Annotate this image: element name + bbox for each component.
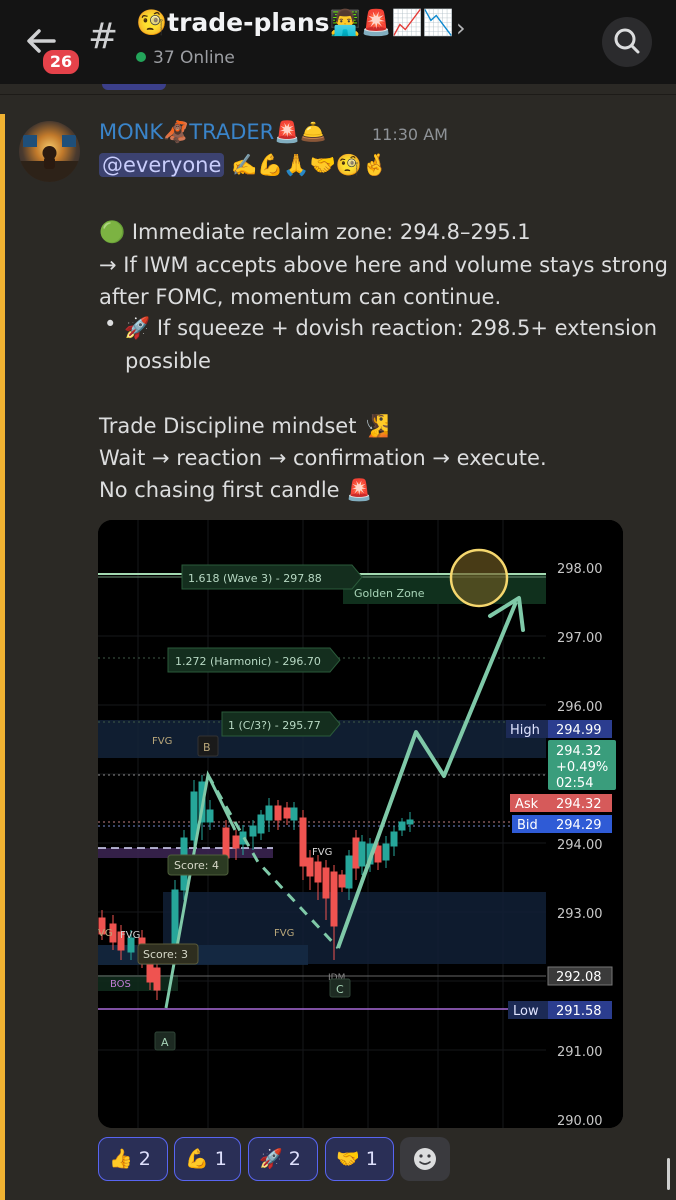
- search-button[interactable]: [602, 17, 652, 67]
- fvg-label: FVG: [312, 847, 332, 858]
- point-a-label: A: [161, 1036, 169, 1049]
- mention-line: @everyone ✍️💪🙏🤝🧐🤞: [99, 153, 388, 178]
- handshake-icon: 🤝: [336, 1148, 360, 1170]
- message-line: Wait → reaction → confirmation → execute…: [99, 446, 547, 470]
- high-tag: High 294.99: [506, 720, 612, 738]
- reaction-count: 1: [214, 1148, 227, 1170]
- point-b-marker: B: [197, 735, 219, 757]
- bid-label: Bid: [517, 818, 538, 833]
- low-tag: Low 291.58: [508, 1001, 612, 1019]
- price-tick: 291.00: [557, 1045, 603, 1060]
- bos-label: BOS: [110, 979, 131, 990]
- message-author[interactable]: MONK🦧TRADER🚨🛎️: [99, 120, 327, 145]
- last-price: 294.32: [556, 744, 602, 759]
- chart-attachment[interactable]: 1.618 (Wave 3) - 297.88 Golden Zone 1.27…: [98, 520, 623, 1128]
- divider: [0, 94, 676, 95]
- avatar-image: [19, 135, 80, 182]
- score-4-tag: Score: 4: [167, 854, 229, 876]
- rocket-icon: 🚀: [259, 1148, 283, 1170]
- reaction-count: 1: [365, 1148, 378, 1170]
- unread-badge: 26: [41, 48, 81, 76]
- reaction-thumbs-up[interactable]: 👍 2: [98, 1137, 168, 1181]
- everyone-mention[interactable]: @everyone: [99, 153, 225, 177]
- fib-1618-tag: 1.618 (Wave 3) - 297.88: [181, 564, 363, 590]
- ask-tag: Ask 294.32: [510, 794, 612, 812]
- ask-label: Ask: [515, 797, 539, 812]
- point-c-label: C: [336, 983, 344, 996]
- level-tag: 292.08: [547, 966, 613, 986]
- bid-value: 294.29: [556, 818, 602, 833]
- message-timestamp: 11:30 AM: [372, 125, 448, 144]
- mention-highlight-bar: [0, 114, 5, 1200]
- online-status: 37 Online: [136, 48, 235, 68]
- high-label: High: [510, 723, 540, 738]
- online-dot-icon: [136, 52, 146, 62]
- fvg-label: FVG: [120, 930, 140, 941]
- channel-name[interactable]: 🧐trade-plans👨‍💻🚨📈📉: [136, 8, 454, 38]
- score-4-label: Score: 4: [174, 859, 219, 872]
- fib-1-label: 1 (C/3?) - 295.77: [228, 719, 321, 732]
- fib-1618-label: 1.618 (Wave 3) - 297.88: [188, 572, 322, 585]
- last-change: +0.49%: [556, 760, 608, 775]
- golden-zone-label: Golden Zone: [354, 587, 425, 600]
- golden-zone-circle: [449, 548, 509, 608]
- reaction-count: 2: [138, 1148, 151, 1170]
- flexed-biceps-icon: 💪: [185, 1148, 209, 1170]
- message-line: possible: [125, 349, 211, 373]
- bullet-marker: •: [104, 312, 117, 336]
- message-line: 🚀 If squeeze + dovish reaction: 298.5+ e…: [124, 316, 658, 340]
- fvg-label: VG: [98, 928, 113, 939]
- avatar[interactable]: [19, 121, 80, 182]
- search-icon: [614, 28, 640, 54]
- mention-emojis: ✍️💪🙏🤝🧐🤞: [231, 153, 388, 177]
- fvg-label: FVG: [152, 736, 172, 747]
- bid-tag: Bid 294.29: [512, 815, 612, 833]
- price-tick: 298.00: [557, 562, 603, 577]
- message-line: No chasing first candle 🚨: [99, 478, 373, 502]
- point-c-marker: C: [329, 978, 351, 998]
- message-line: after FOMC, momentum can continue.: [99, 285, 502, 309]
- reaction-handshake[interactable]: 🤝 1: [325, 1137, 394, 1181]
- low-label: Low: [513, 1004, 539, 1019]
- low-value: 291.58: [556, 1004, 602, 1019]
- thumbs-up-icon: 👍: [109, 1148, 133, 1170]
- add-emoji-icon: [414, 1148, 436, 1170]
- bar-countdown: 02:54: [556, 776, 593, 791]
- last-price-tag: 294.32 +0.49% 02:54: [548, 740, 616, 791]
- price-tick: 297.00: [557, 631, 603, 646]
- reaction-rocket[interactable]: 🚀 2: [248, 1137, 318, 1181]
- fib-1-tag: 1 (C/3?) - 295.77: [221, 711, 341, 737]
- channel-hash-icon: #: [88, 16, 119, 57]
- level-value: 292.08: [556, 970, 602, 985]
- ask-value: 294.32: [556, 797, 602, 812]
- high-value: 294.99: [556, 723, 602, 738]
- price-tick: 296.00: [557, 700, 603, 715]
- price-tick: 294.00: [557, 838, 603, 853]
- fib-1272-label: 1.272 (Harmonic) - 296.70: [175, 655, 321, 668]
- fvg-label: FVG: [274, 928, 294, 939]
- chart-image: 1.618 (Wave 3) - 297.88 Golden Zone 1.27…: [98, 520, 623, 1128]
- score-3-label: Score: 3: [143, 948, 188, 961]
- message-line: Trade Discipline mindset 🧏: [99, 414, 390, 438]
- add-reaction-button[interactable]: [400, 1137, 450, 1181]
- message-line: → If IWM accepts above here and volume s…: [99, 253, 668, 277]
- reaction-flexed-biceps[interactable]: 💪 1: [174, 1137, 241, 1181]
- previous-message-edge: [0, 84, 676, 114]
- fib-1272-tag: 1.272 (Harmonic) - 296.70: [167, 647, 341, 673]
- price-tick: 290.00: [557, 1114, 603, 1128]
- point-b-label: B: [203, 741, 211, 754]
- score-3-tag: Score: 3: [137, 943, 199, 965]
- channel-header: 26 # 🧐trade-plans👨‍💻🚨📈📉 › 37 Online: [0, 0, 676, 84]
- previous-reaction-edge: [102, 84, 166, 90]
- scrollbar[interactable]: [667, 1158, 670, 1190]
- point-a-marker: A: [154, 1031, 176, 1051]
- chevron-right-icon[interactable]: ›: [456, 14, 466, 42]
- message-line: 🟢 Immediate reclaim zone: 294.8–295.1: [99, 220, 531, 244]
- price-tick: 293.00: [557, 907, 603, 922]
- online-count: 37 Online: [153, 48, 235, 68]
- reaction-count: 2: [288, 1148, 301, 1170]
